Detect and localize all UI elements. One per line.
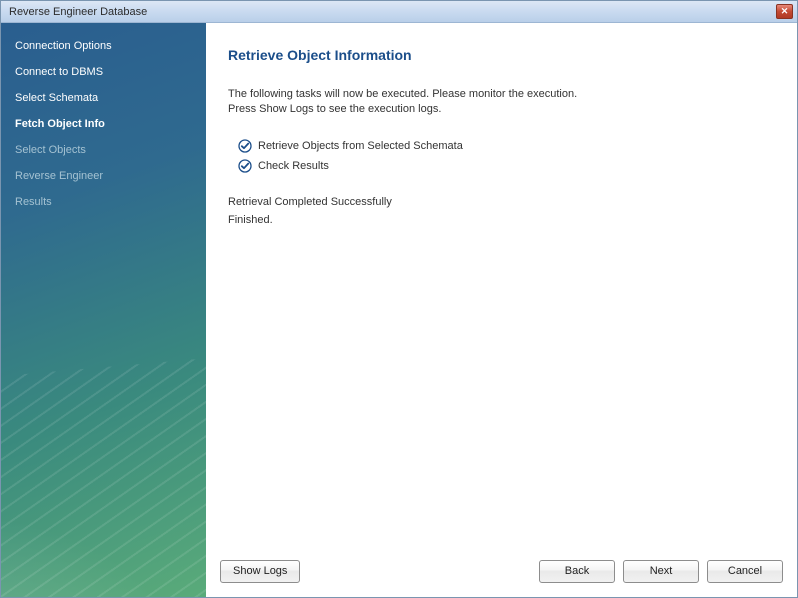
sidebar-item-reverse-engineer: Reverse Engineer xyxy=(1,163,206,189)
checkmark-icon xyxy=(238,139,252,153)
titlebar: Reverse Engineer Database ✕ xyxy=(1,1,797,23)
show-logs-button[interactable]: Show Logs xyxy=(220,560,300,583)
sidebar-item-label: Select Objects xyxy=(15,144,86,156)
checkmark-icon xyxy=(238,159,252,173)
sidebar-item-select-objects: Select Objects xyxy=(1,137,206,163)
sidebar-item-connect-to-dbms[interactable]: Connect to DBMS xyxy=(1,59,206,85)
window-title: Reverse Engineer Database xyxy=(9,6,776,18)
sidebar-item-label: Fetch Object Info xyxy=(15,118,105,130)
task-label: Check Results xyxy=(258,160,329,172)
task-item: Retrieve Objects from Selected Schemata xyxy=(238,136,775,156)
status-message: Finished. xyxy=(228,214,775,226)
sidebar-item-label: Connect to DBMS xyxy=(15,66,103,78)
button-bar: Show Logs Back Next Cancel xyxy=(206,553,797,597)
task-item: Check Results xyxy=(238,156,775,176)
sidebar-item-fetch-object-info[interactable]: Fetch Object Info xyxy=(1,111,206,137)
sidebar-item-label: Results xyxy=(15,196,52,208)
instructions-line: The following tasks will now be executed… xyxy=(228,87,775,102)
sidebar-item-label: Select Schemata xyxy=(15,92,98,104)
page-title: Retrieve Object Information xyxy=(228,47,775,63)
sidebar-item-connection-options[interactable]: Connection Options xyxy=(1,33,206,59)
instructions: The following tasks will now be executed… xyxy=(228,87,775,118)
sidebar-item-label: Connection Options xyxy=(15,40,112,52)
instructions-line: Press Show Logs to see the execution log… xyxy=(228,102,775,117)
wizard-sidebar: Connection Options Connect to DBMS Selec… xyxy=(1,23,206,597)
status-message: Retrieval Completed Successfully xyxy=(228,196,775,208)
sidebar-item-label: Reverse Engineer xyxy=(15,170,103,182)
close-icon: ✕ xyxy=(781,6,789,16)
back-button[interactable]: Back xyxy=(539,560,615,583)
sidebar-item-select-schemata[interactable]: Select Schemata xyxy=(1,85,206,111)
sidebar-item-results: Results xyxy=(1,189,206,215)
close-button[interactable]: ✕ xyxy=(776,4,793,19)
task-list: Retrieve Objects from Selected Schemata … xyxy=(238,136,775,176)
task-label: Retrieve Objects from Selected Schemata xyxy=(258,140,463,152)
cancel-button[interactable]: Cancel xyxy=(707,560,783,583)
main-panel: Retrieve Object Information The followin… xyxy=(206,23,797,597)
next-button[interactable]: Next xyxy=(623,560,699,583)
window-body: Connection Options Connect to DBMS Selec… xyxy=(1,23,797,597)
wizard-window: Reverse Engineer Database ✕ Connection O… xyxy=(0,0,798,598)
content-area: Retrieve Object Information The followin… xyxy=(206,23,797,553)
